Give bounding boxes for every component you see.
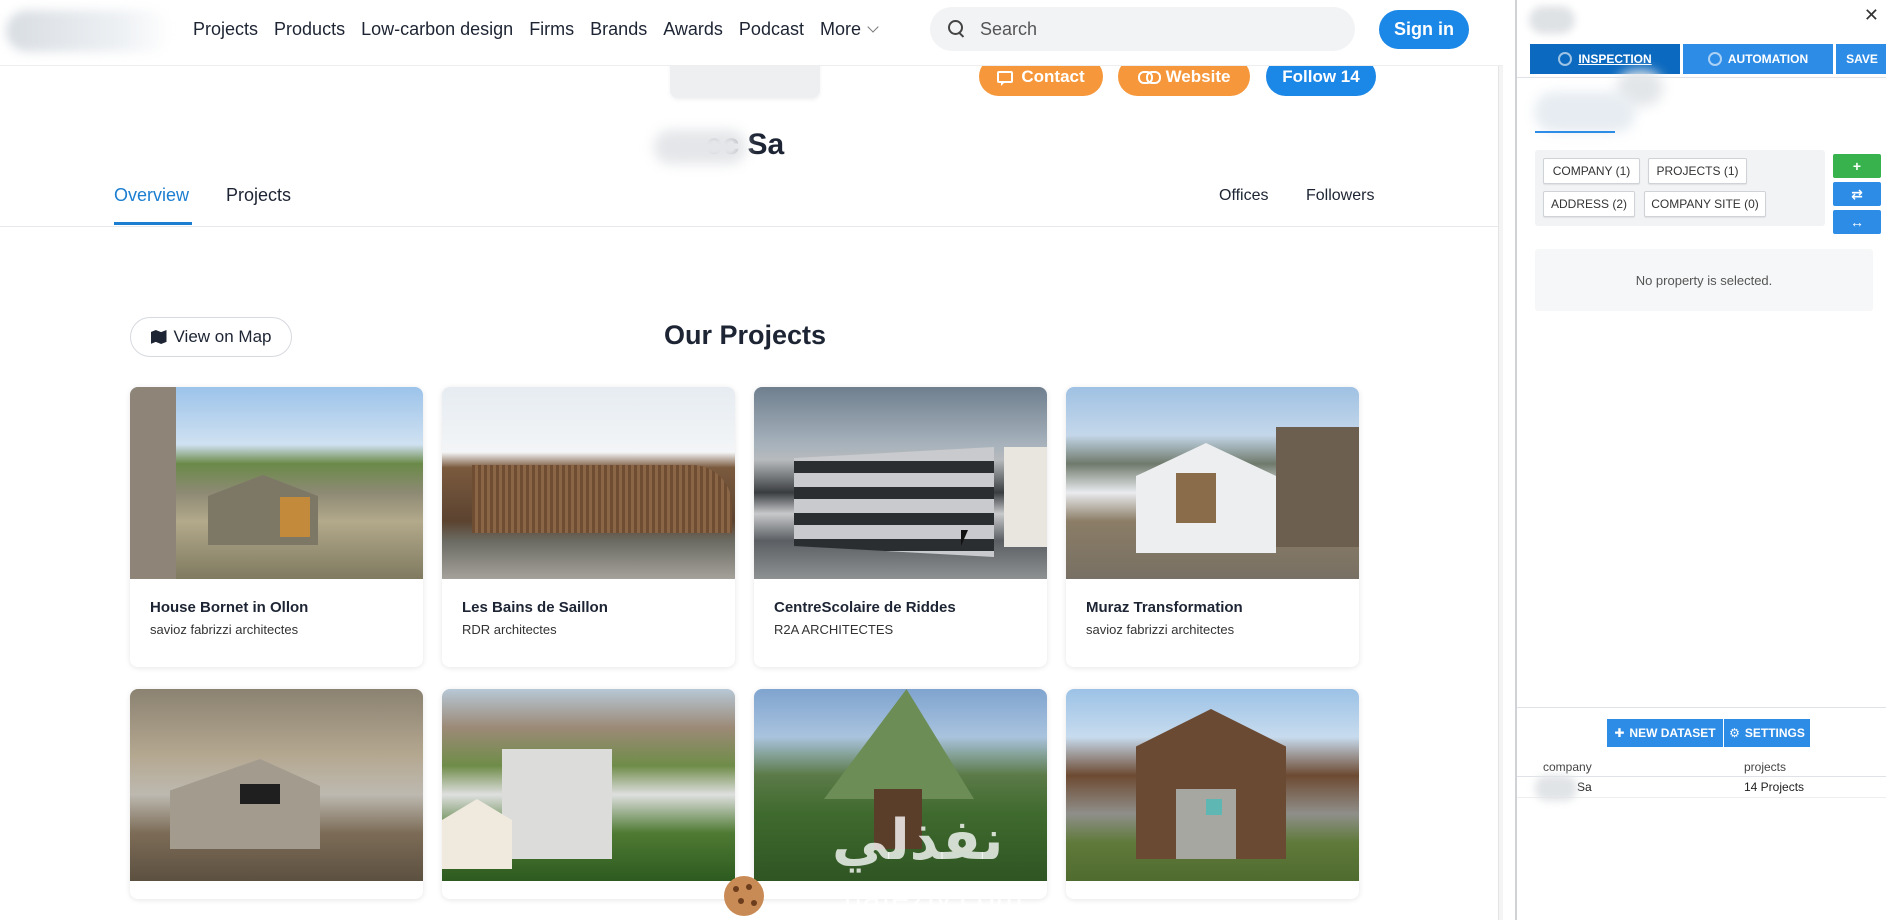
- logo[interactable]: [6, 10, 172, 52]
- dataset-table-header: company projects: [1517, 757, 1886, 777]
- property-empty-state: No property is selected.: [1535, 249, 1873, 311]
- resize-button[interactable]: ↔: [1833, 210, 1881, 234]
- entity-chip-group: COMPANY (1) PROJECTS (1) ADDRESS (2) COM…: [1535, 150, 1825, 226]
- tab-inspection-label: INSPECTION: [1578, 52, 1652, 66]
- sign-in-button[interactable]: Sign in: [1379, 10, 1469, 49]
- cell-projects: 14 Projects: [1744, 780, 1805, 794]
- active-tab-indicator: [114, 222, 192, 225]
- chevron-down-icon: [867, 21, 879, 33]
- tab-automation-label: AUTOMATION: [1727, 52, 1809, 66]
- inspection-icon: [1558, 52, 1573, 66]
- redacted-tab: [1535, 92, 1635, 132]
- chip-company[interactable]: COMPANY (1): [1543, 158, 1640, 184]
- chip-company-site[interactable]: COMPANY SITE (0): [1644, 191, 1766, 217]
- map-icon: [150, 330, 167, 344]
- settings-button[interactable]: ⚙ SETTINGS: [1724, 719, 1810, 747]
- project-image: [442, 387, 735, 579]
- redacted-name-part: [654, 130, 746, 164]
- website-label: Website: [1165, 66, 1231, 86]
- project-image: [130, 387, 423, 579]
- gear-icon: ⚙: [1729, 726, 1740, 740]
- project-title: House Bornet in Ollon: [150, 599, 309, 616]
- tab-automation[interactable]: AUTOMATION: [1683, 44, 1833, 74]
- top-navbar: Projects Products Low-carbon design Firm…: [0, 0, 1503, 66]
- nav-link-podcast[interactable]: Podcast: [731, 18, 812, 40]
- tab-followers[interactable]: Followers: [1306, 187, 1374, 205]
- save-button[interactable]: SAVE: [1836, 44, 1886, 74]
- project-card[interactable]: CentreScolaire de Riddes R2A ARCHITECTES: [754, 387, 1047, 667]
- project-firm: savioz fabrizzi architectes: [1086, 622, 1235, 637]
- add-button[interactable]: +: [1833, 154, 1881, 178]
- project-card[interactable]: House Bornet in Ollon savioz fabrizzi ar…: [130, 387, 423, 667]
- project-card[interactable]: Muraz Transformation savioz fabrizzi arc…: [1066, 387, 1359, 667]
- settings-label: SETTINGS: [1744, 726, 1805, 740]
- project-firm: savioz fabrizzi architectes: [150, 622, 299, 637]
- nav-link-projects[interactable]: Projects: [193, 18, 266, 40]
- nav-link-brands[interactable]: Brands: [582, 18, 655, 40]
- automation-icon: [1707, 52, 1722, 66]
- search-input[interactable]: Search: [930, 7, 1355, 51]
- page-scrollbar[interactable]: [1498, 0, 1503, 920]
- divider: [1517, 77, 1886, 78]
- cookie-icon[interactable]: [724, 876, 764, 916]
- project-image: [442, 689, 735, 881]
- project-image: [1066, 689, 1359, 881]
- search-icon: [948, 20, 966, 38]
- plus-icon: ✚: [1614, 726, 1625, 740]
- project-title: Muraz Transformation: [1086, 599, 1243, 616]
- project-card[interactable]: [442, 689, 735, 899]
- link-icon: [1137, 71, 1161, 84]
- cell-company: Sa: [1577, 780, 1592, 794]
- panel-logo: [1529, 6, 1575, 34]
- nav-link-products[interactable]: Products: [266, 18, 353, 40]
- nav-link-firms[interactable]: Firms: [521, 18, 582, 40]
- tab-inspection[interactable]: INSPECTION: [1530, 44, 1680, 74]
- tab-projects[interactable]: Projects: [226, 185, 291, 206]
- project-card[interactable]: [130, 689, 423, 899]
- website-viewport: Projects Products Low-carbon design Firm…: [0, 0, 1503, 920]
- inspector-panel: ✕ INSPECTION AUTOMATION SAVE COMPANY (1)…: [1515, 0, 1886, 920]
- view-on-map-button[interactable]: View on Map: [130, 317, 292, 357]
- active-subtab-indicator: [1535, 131, 1615, 133]
- contact-label: Contact: [1021, 66, 1085, 86]
- divider: [1517, 707, 1886, 708]
- redacted-cell: [1535, 775, 1577, 801]
- chip-projects[interactable]: PROJECTS (1): [1648, 158, 1747, 184]
- view-on-map-label: View on Map: [173, 327, 272, 346]
- project-title: Les Bains de Saillon: [462, 599, 608, 616]
- project-card[interactable]: Les Bains de Saillon RDR architectes: [442, 387, 735, 667]
- project-firm: R2A ARCHITECTES: [774, 622, 894, 637]
- watermark-latin: nafezly.com: [844, 880, 1024, 916]
- project-firm: RDR architectes: [462, 622, 557, 637]
- new-dataset-label: NEW DATASET: [1629, 726, 1716, 740]
- company-tabs: Overview Projects Offices Followers: [0, 177, 1498, 227]
- close-icon[interactable]: ✕: [1864, 6, 1879, 24]
- project-image: [130, 689, 423, 881]
- chip-address[interactable]: ADDRESS (2): [1543, 191, 1635, 217]
- search-placeholder: Search: [980, 18, 1038, 39]
- main-nav: Projects Products Low-carbon design Firm…: [193, 18, 885, 40]
- refresh-button[interactable]: ⇄: [1833, 182, 1881, 206]
- project-image: [1066, 387, 1359, 579]
- column-header-projects: projects: [1744, 760, 1787, 774]
- project-title: CentreScolaire de Riddes: [774, 599, 956, 616]
- nav-link-awards[interactable]: Awards: [655, 18, 731, 40]
- tab-overview[interactable]: Overview: [114, 185, 189, 206]
- column-header-company: company: [1543, 760, 1592, 774]
- nav-more-dropdown[interactable]: More: [812, 18, 885, 40]
- tab-offices[interactable]: Offices: [1219, 187, 1269, 205]
- mouse-cursor: [961, 530, 968, 546]
- new-dataset-button[interactable]: ✚ NEW DATASET: [1607, 719, 1723, 747]
- nav-link-low-carbon-design[interactable]: Low-carbon design: [353, 18, 521, 40]
- nav-more-label: More: [819, 19, 861, 39]
- chat-icon: [997, 70, 1014, 86]
- project-card[interactable]: [1066, 689, 1359, 899]
- section-title: Our Projects: [663, 320, 827, 350]
- watermark-arabic: نفذلي: [832, 808, 1004, 873]
- project-image: [754, 387, 1047, 579]
